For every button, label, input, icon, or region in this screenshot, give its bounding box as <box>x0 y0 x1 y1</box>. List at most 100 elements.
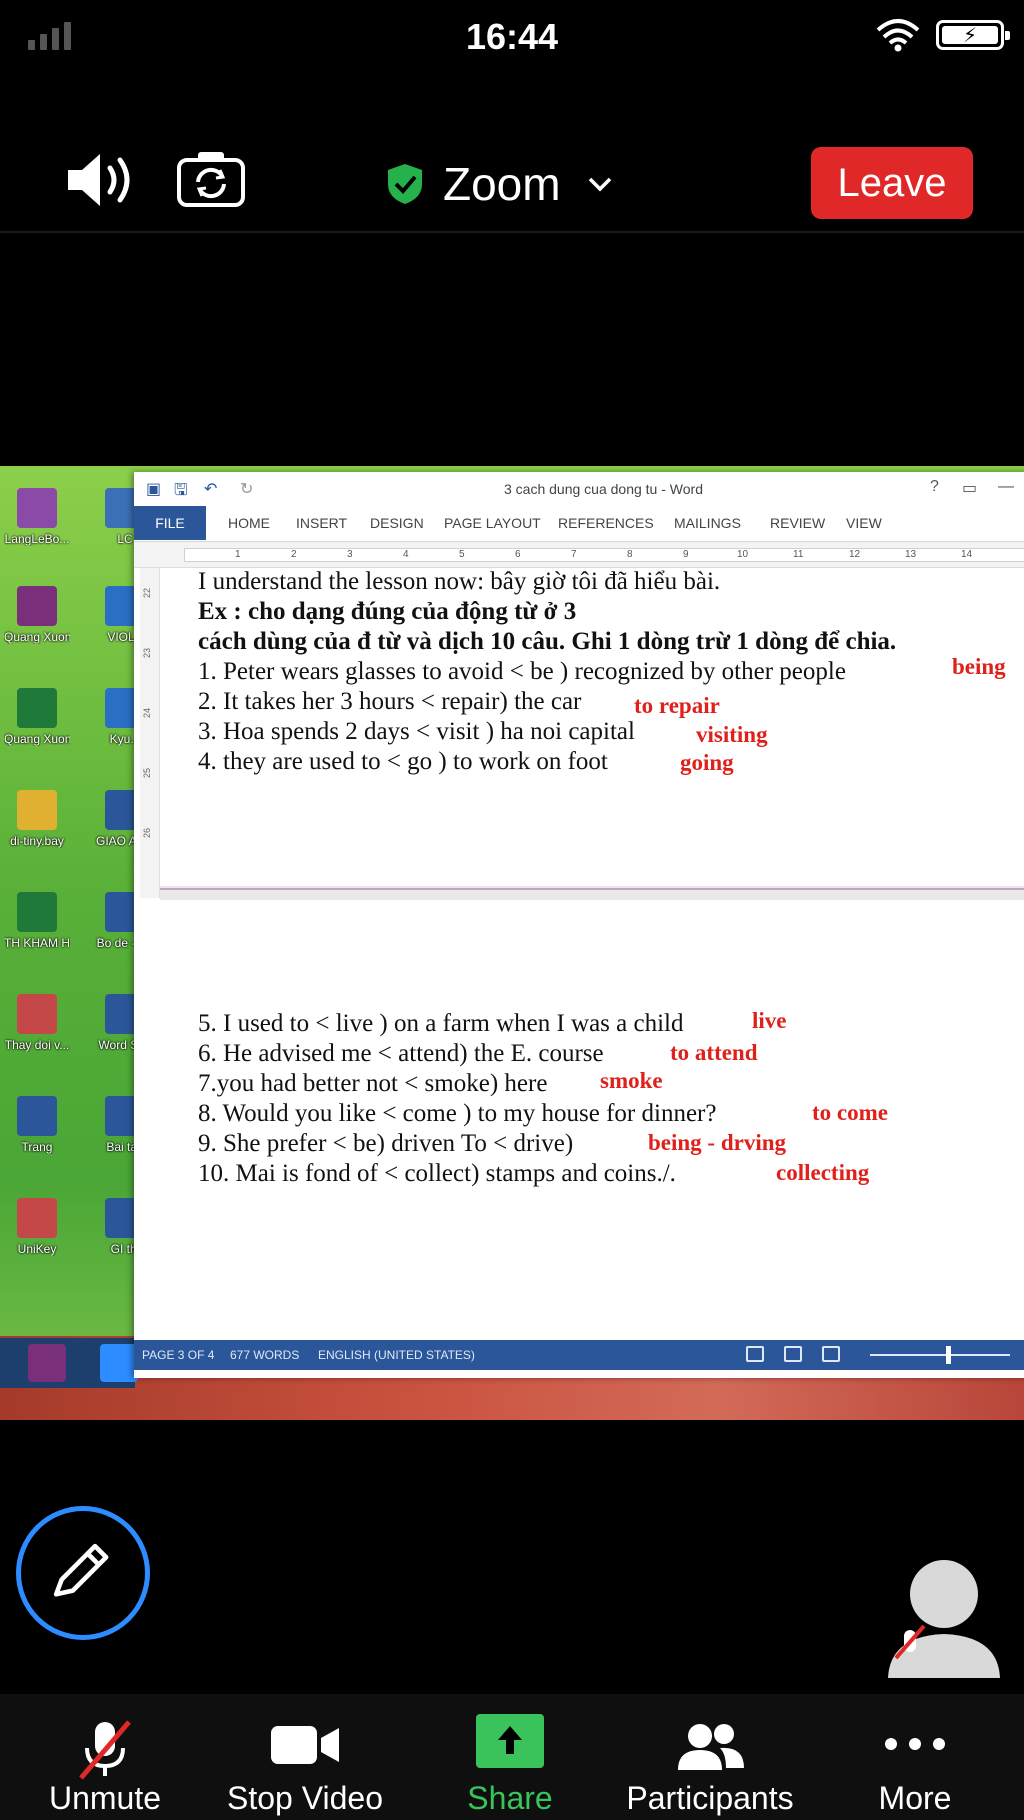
document-line: 7.you had better not < smoke) here <box>198 1070 548 1097</box>
document-line: 8. Would you like < come ) to my house f… <box>198 1100 717 1127</box>
participants-button[interactable]: Participants <box>620 1694 800 1820</box>
read-mode-icon[interactable] <box>746 1346 764 1362</box>
status-bar: 16:44 ⚡ <box>0 0 1024 76</box>
print-layout-icon[interactable] <box>784 1346 802 1362</box>
desktop-icon[interactable]: Thay doi v... <box>4 994 70 1052</box>
taskbar-zoom-icon[interactable] <box>100 1344 138 1382</box>
horizontal-ruler[interactable]: 1 2 3 4 5 6 7 8 9 10 11 12 13 14 <box>134 542 1024 568</box>
redo-icon[interactable]: ↻ <box>240 479 253 499</box>
share-button[interactable]: Share <box>450 1694 570 1820</box>
document-line: 1. Peter wears glasses to avoid < be ) r… <box>198 658 846 685</box>
desktop-icon[interactable]: Trang <box>4 1096 70 1154</box>
tab-page-layout[interactable]: PAGE LAYOUT <box>444 515 541 531</box>
divider <box>0 231 1024 233</box>
unmute-label: Unmute <box>48 1780 162 1816</box>
desktop-icon[interactable]: di-tiny.bay <box>4 790 70 848</box>
ribbon-display-icon[interactable]: ▭ <box>962 478 977 498</box>
desktop-icon[interactable]: LangLeBo... <box>4 488 70 546</box>
tab-file[interactable]: FILE <box>134 506 206 540</box>
answer-text: to attend <box>670 1040 758 1065</box>
tab-references[interactable]: REFERENCES <box>558 515 654 531</box>
stop-video-button[interactable]: Stop Video <box>220 1694 390 1820</box>
document-line: cách dùng của đ từ và dịch 10 câu. Ghi 1… <box>198 628 897 655</box>
undo-icon[interactable]: ↶ <box>204 479 217 499</box>
meeting-top-bar: Zoom Leave <box>0 140 1024 230</box>
battery-icon: ⚡ <box>936 20 1010 50</box>
tab-review[interactable]: REVIEW <box>770 515 825 531</box>
document-line: 2. It takes her 3 hours < repair) the ca… <box>198 688 582 715</box>
meeting-toolbar: Unmute Stop Video Share Participants Mor… <box>0 1694 1024 1820</box>
document-line: Ex : cho dạng đúng của động từ ở 3 <box>198 598 577 625</box>
answer-text: collecting <box>776 1160 870 1185</box>
answer-text: to come <box>812 1100 888 1125</box>
word-count[interactable]: 677 WORDS <box>230 1348 299 1362</box>
unmute-button[interactable]: Unmute <box>30 1694 180 1820</box>
document-line: 10. Mai is fond of < collect) stamps and… <box>198 1160 676 1187</box>
tab-design[interactable]: DESIGN <box>370 515 424 531</box>
meeting-title-text: Zoom <box>443 158 561 210</box>
document-page[interactable]: I understand the lesson now: bây giờ tôi… <box>160 568 1024 886</box>
more-button[interactable]: More <box>860 1694 970 1820</box>
taskbar <box>0 1338 138 1388</box>
more-label: More <box>878 1780 952 1816</box>
share-label: Share <box>467 1780 553 1816</box>
document-line: 9. She prefer < be) driven To < drive) <box>198 1130 574 1157</box>
stop-video-label: Stop Video <box>227 1780 383 1816</box>
desktop-icon[interactable]: UniKey <box>4 1198 70 1256</box>
leave-button[interactable]: Leave <box>811 147 973 219</box>
taskbar-winrar-icon[interactable] <box>28 1344 66 1382</box>
answer-text: live <box>752 1008 787 1033</box>
document-line: 6. He advised me < attend) the E. course <box>198 1040 604 1067</box>
document-area[interactable]: I understand the lesson now: bây giờ tôi… <box>160 568 1024 1340</box>
word-status-bar: PAGE 3 OF 4 677 WORDS ENGLISH (UNITED ST… <box>134 1340 1024 1370</box>
desktop-icon[interactable]: Quang Xuong <box>4 688 70 746</box>
web-layout-icon[interactable] <box>822 1346 840 1362</box>
clock: 16:44 <box>465 16 559 57</box>
answer-text: being - drving <box>648 1130 787 1155</box>
word-logo-icon: ▣ <box>146 481 162 498</box>
share-arrow-icon <box>476 1714 544 1768</box>
meeting-title[interactable]: Zoom <box>385 154 613 214</box>
participant-avatar <box>888 1560 1000 1678</box>
word-window: ▣ 🖫 ↶ ↻ 3 cach dung cua dong tu - Word ?… <box>134 472 1024 1378</box>
speaker-icon[interactable] <box>64 150 136 210</box>
language-indicator[interactable]: ENGLISH (UNITED STATES) <box>318 1348 475 1362</box>
participants-label: Participants <box>626 1780 794 1816</box>
muted-microphone-icon <box>79 1720 131 1780</box>
wifi-icon <box>876 19 920 52</box>
answer-text: smoke <box>600 1068 663 1093</box>
vertical-ruler[interactable]: 22 23 24 25 26 <box>140 568 160 898</box>
document-line: 4. they are used to < go ) to work on fo… <box>198 748 608 775</box>
answer-text: being <box>952 654 1006 679</box>
pencil-icon <box>53 1543 109 1597</box>
answer-text: to repair <box>634 693 720 718</box>
document-page[interactable]: 5. I used to < live ) on a farm when I w… <box>160 900 1024 1340</box>
more-dots-icon <box>885 1738 945 1750</box>
document-title: 3 cach dung cua dong tu - Word <box>504 481 703 497</box>
save-icon[interactable]: 🖫 <box>174 479 188 506</box>
video-camera-icon <box>271 1726 339 1764</box>
document-line: I understand the lesson now: bây giờ tôi… <box>198 568 721 595</box>
help-icon[interactable]: ? <box>930 478 939 496</box>
shield-check-icon <box>388 164 422 204</box>
answer-text: going <box>680 750 734 775</box>
page-count[interactable]: PAGE 3 OF 4 <box>142 1348 214 1362</box>
chevron-down-icon <box>588 177 611 192</box>
minimize-icon[interactable]: — <box>998 478 1014 496</box>
ribbon-tabs: FILE HOME INSERT DESIGN PAGE LAYOUT REFE… <box>134 506 1024 542</box>
document-line: 5. I used to < live ) on a farm when I w… <box>198 1010 684 1037</box>
tab-insert[interactable]: INSERT <box>296 515 347 531</box>
zoom-slider[interactable] <box>870 1354 1010 1356</box>
annotate-button[interactable] <box>16 1506 150 1640</box>
zoom-slider-handle[interactable] <box>946 1346 951 1364</box>
answer-text: visiting <box>696 722 768 747</box>
word-titlebar: ▣ 🖫 ↶ ↻ 3 cach dung cua dong tu - Word ?… <box>134 472 1024 506</box>
tab-view[interactable]: VIEW <box>846 515 882 531</box>
tab-mailings[interactable]: MAILINGS <box>674 515 741 531</box>
document-line: 3. Hoa spends 2 days < visit ) ha noi ca… <box>198 718 635 745</box>
shared-screen: LangLeBo... LC Quang Xuong(1) VIOLA Quan… <box>0 466 1024 1420</box>
camera-switch-icon[interactable] <box>176 148 246 208</box>
desktop-icon[interactable]: Quang Xuong(1) <box>4 586 70 644</box>
tab-home[interactable]: HOME <box>228 515 270 531</box>
desktop-icon[interactable]: TH KHAM HOC SINH <box>4 892 70 950</box>
